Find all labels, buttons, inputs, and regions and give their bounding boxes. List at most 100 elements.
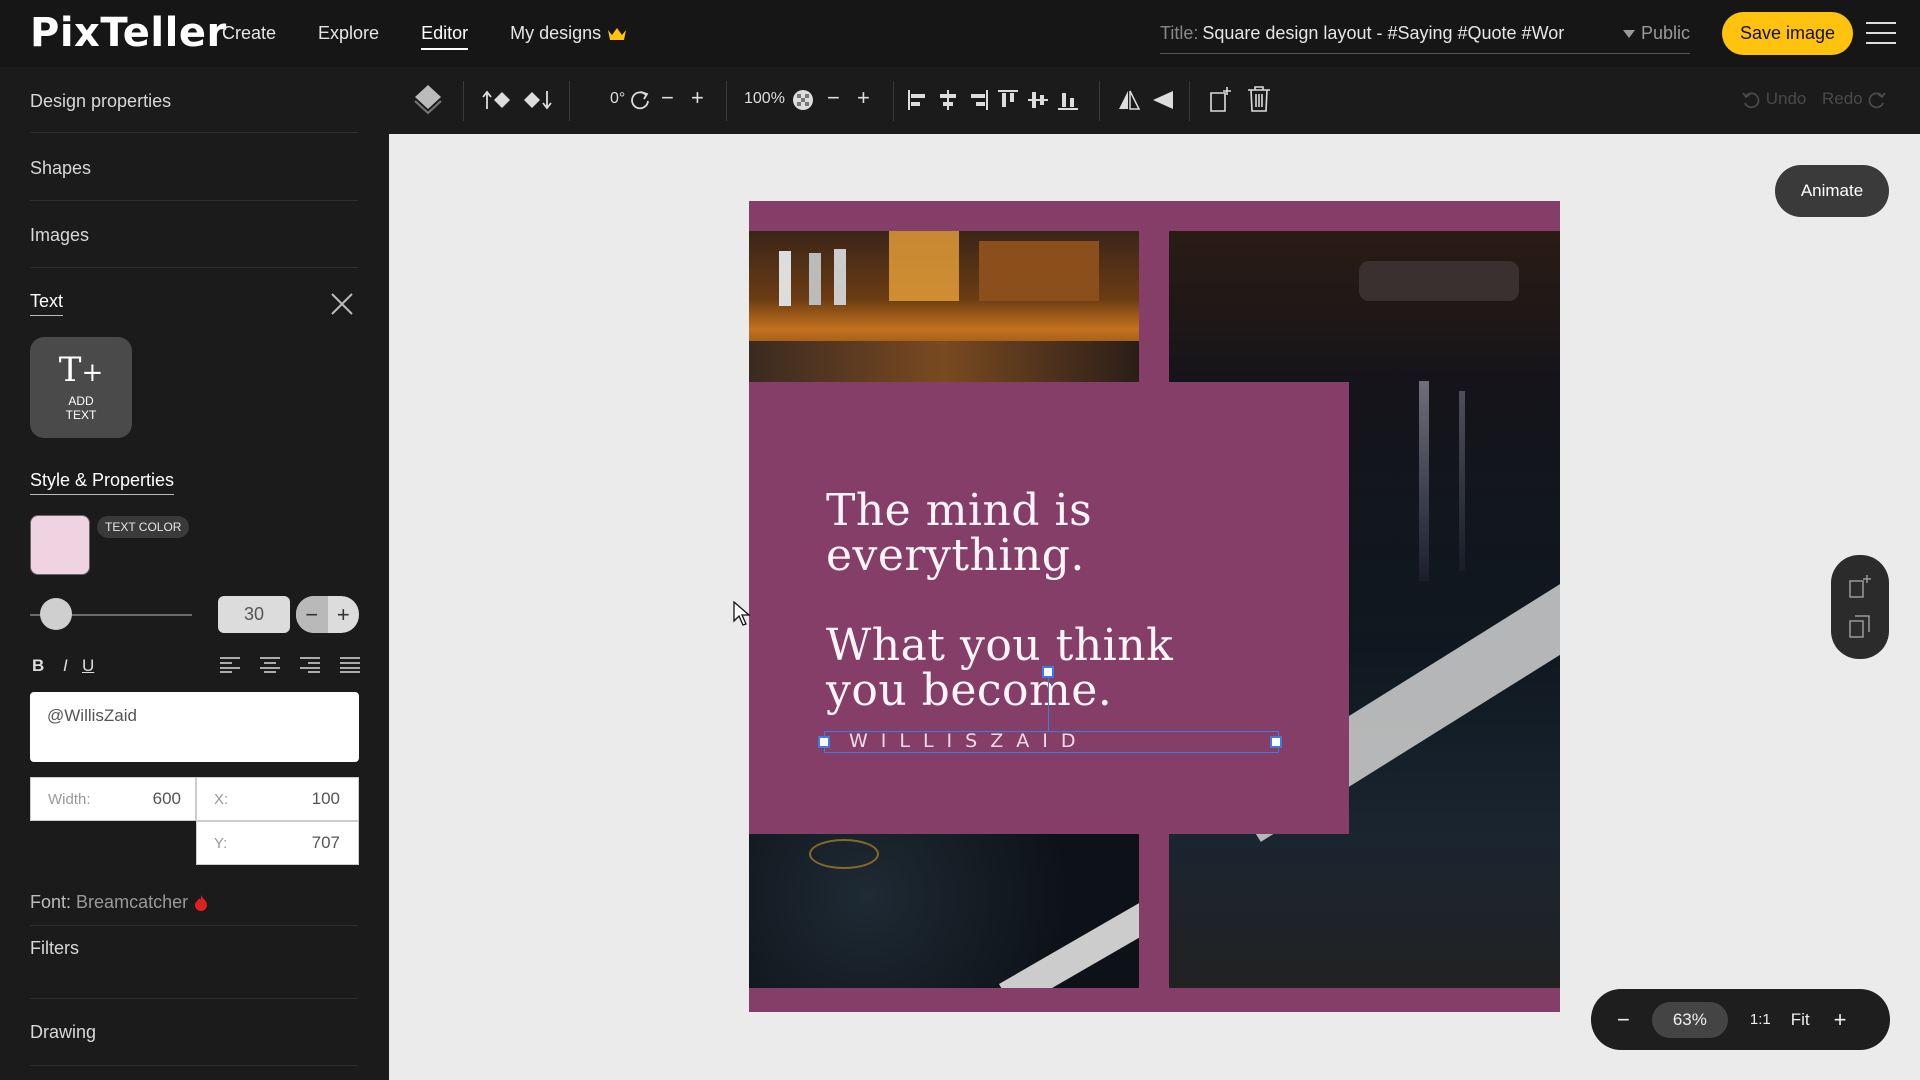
title-input[interactable]: Square design layout - #Saying #Quote #W… (1202, 23, 1582, 44)
main-nav: Create Explore Editor My designs (222, 0, 669, 67)
mouse-cursor-icon (733, 601, 751, 626)
quote-text-1[interactable]: The mind is everything. (826, 488, 1092, 578)
page-tools (1831, 555, 1889, 659)
underline-button[interactable]: U (82, 656, 94, 676)
opacity-decrease-button[interactable]: − (827, 85, 840, 111)
trash-icon[interactable] (1246, 85, 1272, 113)
increase-button[interactable]: + (328, 596, 360, 633)
zoom-out-button[interactable]: − (1617, 1007, 1630, 1033)
menu-icon[interactable] (1866, 22, 1896, 44)
x-field[interactable]: X: 100 (196, 777, 359, 821)
resize-handle-left[interactable] (818, 736, 830, 748)
text-content-input[interactable]: @WillisZaid (30, 692, 359, 762)
undo-button[interactable]: Undo (1741, 89, 1806, 110)
rotate-increase-button[interactable]: + (691, 85, 704, 111)
flip-vertical-icon[interactable] (1151, 89, 1175, 111)
undo-icon (1742, 91, 1760, 108)
section-design-properties[interactable]: Design properties (30, 67, 358, 133)
zoom-level[interactable]: 63% (1651, 1001, 1728, 1038)
transparency-icon[interactable] (792, 89, 814, 111)
rotation-guide (1048, 671, 1049, 731)
close-icon[interactable] (330, 292, 354, 316)
visibility-dropdown[interactable]: Public (1622, 23, 1690, 44)
align-v-center-icon[interactable] (1027, 89, 1049, 111)
opacity-value: 100% (744, 90, 785, 107)
section-images[interactable]: Images (30, 201, 358, 268)
redo-label: Redo (1822, 89, 1863, 108)
width-label: Width: (48, 790, 91, 808)
nav-create[interactable]: Create (222, 23, 276, 44)
actual-size-button[interactable]: 1:1 (1750, 1011, 1771, 1028)
photo-asphalt[interactable] (749, 834, 1139, 988)
section-filters[interactable]: Filters (30, 925, 358, 999)
selection-box[interactable] (824, 731, 1279, 753)
opacity-increase-button[interactable]: + (857, 85, 870, 111)
align-right-edge-icon[interactable] (967, 89, 989, 111)
italic-button[interactable]: I (63, 656, 68, 676)
rotation-value: 0° (610, 90, 626, 107)
design-canvas[interactable]: The mind is everything. What you think y… (749, 201, 1560, 1012)
align-right-icon[interactable] (300, 657, 320, 673)
duplicate-icon[interactable] (1207, 85, 1235, 113)
align-center-icon[interactable] (260, 657, 280, 673)
align-top-edge-icon[interactable] (997, 89, 1019, 111)
text-section-heading[interactable]: Text (30, 291, 64, 316)
bold-button[interactable]: B (32, 656, 44, 676)
crown-icon (608, 28, 627, 41)
font-label: Font: (30, 892, 72, 912)
quote-background-box[interactable] (749, 382, 1349, 834)
bring-forward-icon[interactable] (481, 89, 513, 111)
width-value[interactable]: 600 (153, 789, 181, 809)
align-left-edge-icon[interactable] (907, 89, 929, 111)
font-size-slider-thumb[interactable] (40, 598, 72, 630)
zoom-controls: − 63% 1:1 Fit + (1591, 989, 1890, 1050)
y-field[interactable]: Y: 707 (196, 821, 359, 865)
align-bottom-edge-icon[interactable] (1057, 89, 1079, 111)
rotate-decrease-button[interactable]: − (661, 85, 674, 111)
title-field[interactable]: Title: Square design layout - #Saying #Q… (1160, 14, 1690, 54)
font-selector[interactable]: Font: Breamcatcher (30, 892, 209, 913)
nav-editor[interactable]: Editor (421, 23, 469, 50)
duplicate-page-icon[interactable] (1847, 613, 1873, 639)
photo-street-people[interactable] (749, 231, 1139, 382)
font-size-input[interactable]: 30 (218, 596, 290, 633)
x-value[interactable]: 100 (312, 789, 340, 809)
nav-explore[interactable]: Explore (318, 23, 379, 44)
text-color-swatch[interactable] (30, 515, 90, 575)
width-field[interactable]: Width: 600 (30, 777, 196, 821)
fit-button[interactable]: Fit (1791, 1010, 1810, 1030)
undo-label: Undo (1765, 89, 1807, 108)
y-value[interactable]: 707 (312, 833, 340, 853)
add-text-button[interactable]: T+ ADD TEXT (30, 337, 132, 438)
top-bar: PixTeller Create Explore Editor My desig… (0, 0, 1920, 67)
send-backward-icon[interactable] (522, 89, 554, 111)
font-size-stepper: − + (296, 596, 359, 633)
section-label: Filters (30, 938, 79, 958)
redo-button[interactable]: Redo (1822, 89, 1887, 110)
quote-text-2[interactable]: What you think you become. (826, 623, 1173, 713)
section-drawing[interactable]: Drawing (30, 1000, 358, 1066)
add-page-icon[interactable] (1847, 573, 1873, 599)
editor-toolbar: 0° − + 100% − + Undo Redo (389, 67, 1920, 134)
align-left-icon[interactable] (220, 657, 240, 673)
caret-down-icon (1622, 29, 1635, 38)
nav-my-designs[interactable]: My designs (510, 23, 627, 44)
resize-handle-right[interactable] (1270, 736, 1282, 748)
x-label: X: (214, 790, 229, 808)
save-image-button[interactable]: Save image (1722, 12, 1853, 55)
decrease-button[interactable]: − (296, 596, 328, 633)
layers-icon[interactable] (413, 83, 443, 115)
section-shapes[interactable]: Shapes (30, 134, 358, 201)
align-justify-icon[interactable] (340, 657, 360, 673)
pixteller-logo[interactable]: PixTeller (30, 10, 227, 56)
flip-horizontal-icon[interactable] (1117, 89, 1141, 111)
align-h-center-icon[interactable] (937, 89, 959, 111)
rotate-handle[interactable] (1042, 666, 1054, 678)
style-properties-heading: Style & Properties (30, 470, 175, 495)
zoom-in-button[interactable]: + (1834, 1007, 1847, 1033)
redo-icon (1869, 91, 1887, 108)
rotate-icon[interactable] (629, 89, 651, 111)
alignment-group (220, 657, 360, 673)
section-label: Shapes (30, 158, 92, 178)
animate-button[interactable]: Animate (1775, 165, 1889, 217)
